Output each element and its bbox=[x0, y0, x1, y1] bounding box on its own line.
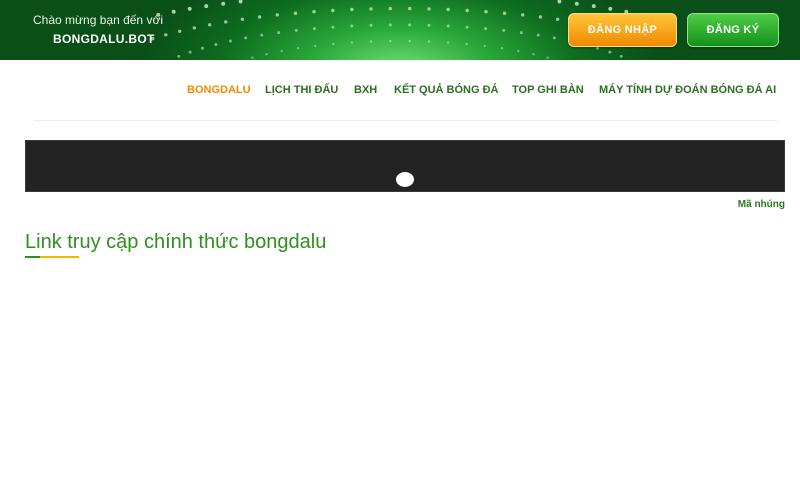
nav-item-lich-thi-dau[interactable]: LỊCH THI ĐẤU bbox=[265, 84, 338, 96]
header-banner: Chào mừng bạn đến với BONGDALU.BOT ĐĂNG … bbox=[0, 0, 800, 60]
stadium-lights-decoration bbox=[151, 0, 649, 59]
login-button[interactable]: ĐĂNG NHẬP bbox=[568, 13, 677, 47]
nav-item-ket-qua[interactable]: KẾT QUẢ BÓNG ĐÁ bbox=[394, 84, 499, 96]
nav-item-bxh[interactable]: BXH bbox=[354, 84, 377, 96]
nav-divider bbox=[34, 120, 777, 121]
nav-item-top-ghi-ban[interactable]: TOP GHI BÀN bbox=[512, 84, 584, 96]
heading-underline-accent bbox=[40, 256, 79, 258]
play-icon[interactable] bbox=[396, 172, 414, 187]
nav-item-may-tinh-ai[interactable]: MÁY TÍNH DỰ ĐOÁN BÓNG ĐÁ AI bbox=[599, 84, 776, 96]
register-button[interactable]: ĐĂNG KÝ bbox=[687, 13, 779, 47]
page-heading: Link truy cập chính thức bongdalu bbox=[25, 231, 327, 253]
welcome-text: Chào mừng bạn đến với bbox=[33, 13, 163, 27]
embed-code-link[interactable]: Mã nhúng bbox=[738, 199, 785, 210]
nav-item-bongdalu[interactable]: BONGDALU bbox=[187, 84, 251, 96]
site-name[interactable]: BONGDALU.BOT bbox=[53, 32, 155, 46]
